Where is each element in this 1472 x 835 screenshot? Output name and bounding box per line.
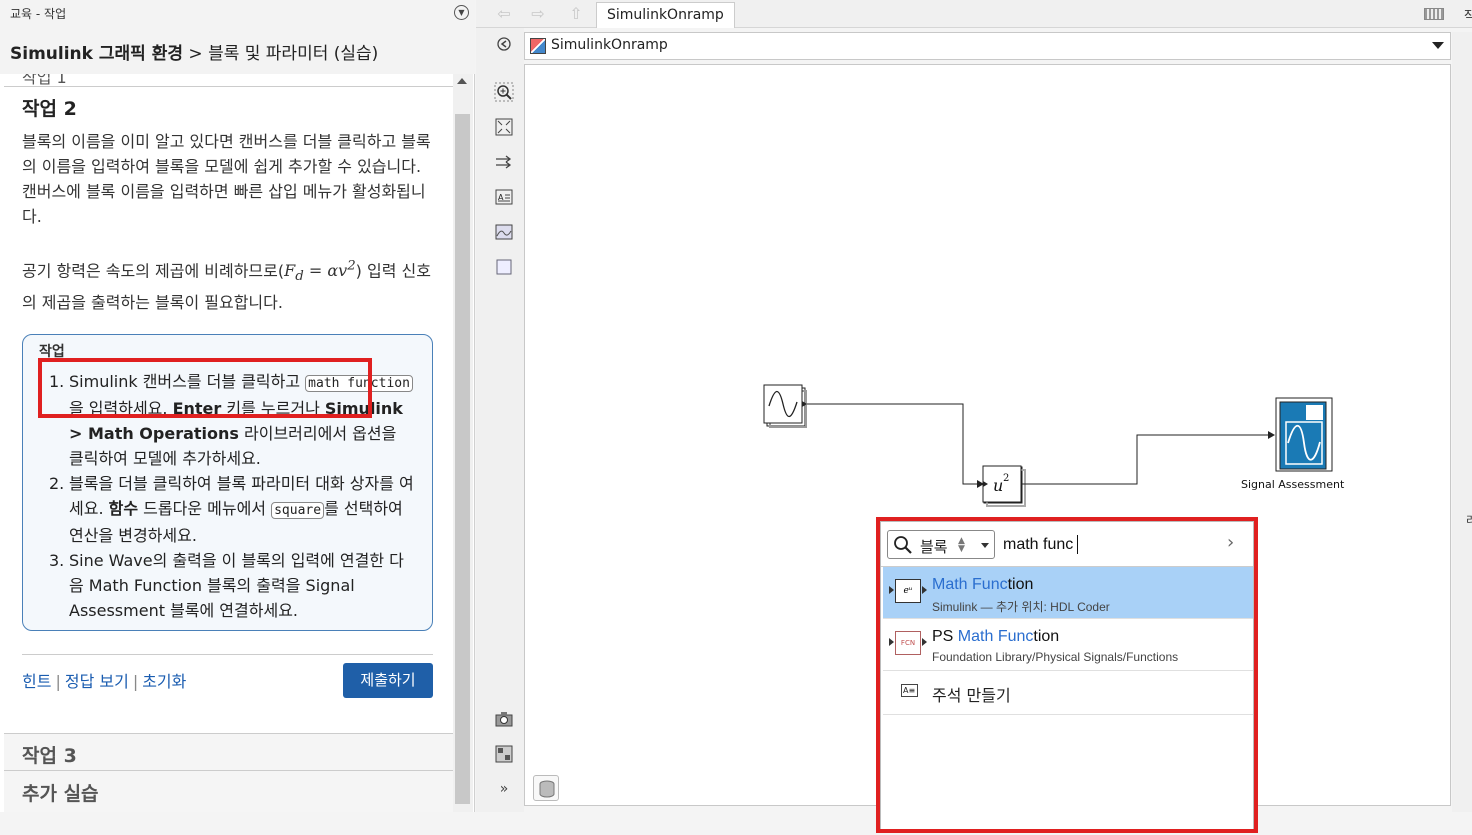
property-inspector-icon[interactable] — [494, 744, 514, 764]
step-bold: 함수 — [108, 499, 139, 518]
panel-menu-icon[interactable]: ▼ — [454, 5, 469, 20]
top-right-label: 작 — [1464, 9, 1472, 24]
breadcrumb-course[interactable]: Simulink 그래픽 환경 — [10, 44, 183, 64]
app-window: 교육 - 작업 ▼ Simulink 그래픽 환경 > 블록 및 파라미터 (실… — [0, 0, 1472, 835]
canvas-palette: A » — [476, 28, 524, 812]
extra-practice-title: 추가 실습 — [22, 783, 99, 805]
model-tab[interactable]: SimulinkOnramp — [596, 2, 735, 28]
scroll-up-icon[interactable] — [457, 78, 467, 84]
right-collapsed-panel[interactable]: 리 — [1452, 32, 1472, 812]
para2-text-before: 공기 항력은 속도의 제곱에 비례하므로( — [22, 261, 285, 281]
right-panel-label: 리 — [1466, 514, 1472, 527]
editor-top-bar: ⇦ ⇨ ⇧ SimulinkOnramp 작 — [476, 0, 1472, 28]
keyboard-icon[interactable] — [1424, 8, 1444, 20]
task-step: 3. Sine Wave의 출력을 이 블록의 입력에 연결한 다음 Math … — [31, 548, 416, 623]
signal-line[interactable] — [807, 403, 984, 488]
breadcrumb: Simulink 그래픽 환경 > 블록 및 파라미터 (실습) — [10, 39, 378, 64]
hint-link[interactable]: 힌트 — [22, 672, 51, 691]
step-number: 2. — [49, 474, 65, 493]
math-block-label: u — [993, 476, 1003, 495]
model-icon — [530, 38, 546, 54]
task-step: 2. 블록을 더블 클릭하여 블록 파라미터 대화 상자를 여세요. 함수 드롭… — [31, 471, 416, 548]
highlight-box — [876, 517, 1258, 833]
code-snippet: square — [271, 502, 325, 519]
task-links: 힌트 | 정답 보기 | 초기화 — [22, 668, 186, 692]
eq-sub: d — [295, 269, 304, 285]
breadcrumb-lesson: 블록 및 파라미터 (실습) — [208, 44, 379, 64]
extra-practice-section[interactable]: 추가 실습 — [4, 770, 453, 812]
panel-scrollbar[interactable] — [453, 74, 473, 812]
task3-title: 작업 3 — [22, 745, 77, 767]
show-answer-link[interactable]: 정답 보기 — [65, 672, 129, 691]
eq-f: F — [284, 261, 296, 281]
back-arrow-icon[interactable]: ⇦ — [494, 5, 514, 23]
step-number: 3. — [49, 551, 65, 570]
hide-browser-icon[interactable] — [494, 34, 514, 54]
step-text: Sine Wave의 출력을 이 블록의 입력에 연결한 다음 Math Fun… — [69, 551, 404, 620]
signal-route-icon[interactable] — [494, 152, 514, 172]
forward-arrow-icon[interactable]: ⇨ — [528, 5, 548, 23]
divider — [4, 86, 453, 87]
eq-rhs: = αv — [303, 261, 348, 281]
model-address-bar[interactable]: SimulinkOnramp — [524, 32, 1451, 60]
breadcrumb-separator: > — [188, 44, 203, 64]
annotation-icon[interactable]: A — [494, 187, 514, 207]
link-separator: | — [55, 672, 61, 691]
step-text: 드롭다운 메뉴에서 — [138, 499, 272, 518]
signal-line[interactable] — [1021, 431, 1275, 485]
breadcrumb-bar: Simulink 그래픽 환경 > 블록 및 파라미터 (실습) — [0, 26, 475, 74]
task-intro-paragraph: 블록의 이름을 이미 알고 있다면 캔버스를 더블 클릭하고 블록의 이름을 입… — [22, 132, 431, 226]
submit-button[interactable]: 제출하기 — [343, 663, 433, 698]
eq-sup: 2 — [347, 259, 356, 274]
camera-icon[interactable] — [494, 709, 514, 729]
image-icon[interactable] — [494, 222, 514, 242]
address-path: SimulinkOnramp — [551, 37, 668, 53]
math-block-sup: 2 — [1003, 473, 1009, 484]
reset-link[interactable]: 초기화 — [142, 672, 186, 691]
signal-assessment-block[interactable] — [1275, 397, 1333, 472]
signal-assessment-label: Signal Assessment — [1241, 478, 1345, 491]
highlight-box — [38, 358, 372, 418]
drag-explanation-paragraph: 공기 항력은 속도의 제곱에 비례하므로(Fd = αv2) 입력 신호의 제곱… — [22, 254, 432, 315]
drag-equation: Fd = αv2 — [284, 259, 356, 285]
sine-wave-block[interactable] — [763, 384, 807, 428]
task-scroll-area[interactable]: 작업 1 작업 2 블록의 이름을 이미 알고 있다면 캔버스를 더블 클릭하고… — [0, 74, 453, 812]
model-data-icon[interactable] — [533, 775, 559, 801]
expand-toolbar-icon[interactable]: » — [494, 779, 514, 799]
chevron-down-icon[interactable] — [1432, 42, 1444, 49]
area-icon[interactable] — [494, 257, 514, 277]
panel-title: 교육 - 작업 — [10, 7, 67, 21]
zoom-in-icon[interactable] — [494, 82, 514, 102]
divider — [22, 654, 433, 655]
task2-title: 작업 2 — [22, 98, 77, 120]
task3-section[interactable]: 작업 3 — [4, 733, 453, 770]
math-function-block[interactable]: u 2 — [982, 465, 1026, 507]
scrollbar-thumb[interactable] — [455, 114, 470, 804]
link-separator: | — [132, 672, 139, 691]
panel-title-bar: 교육 - 작업 ▼ — [0, 0, 475, 26]
fit-view-icon[interactable] — [494, 117, 514, 137]
up-arrow-icon[interactable]: ⇧ — [566, 5, 586, 23]
